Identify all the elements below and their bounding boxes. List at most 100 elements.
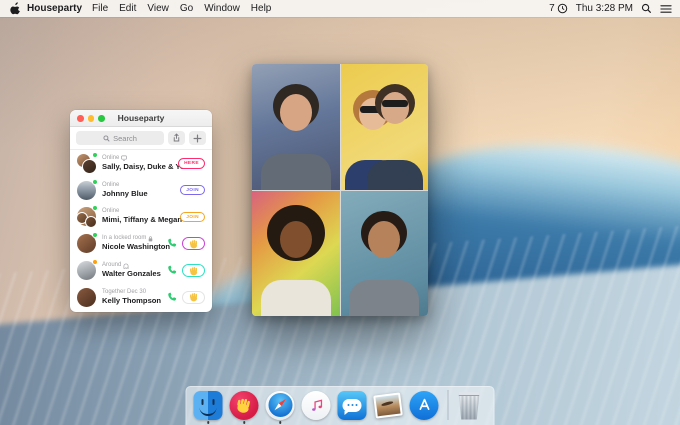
zoom-button[interactable] <box>98 115 105 122</box>
video-tile-man-airplane[interactable] <box>252 64 340 190</box>
search-placeholder: Search <box>113 134 137 143</box>
clock-icon <box>557 3 568 14</box>
dock-item-trash[interactable] <box>458 391 487 420</box>
screen-icon <box>121 155 127 161</box>
dock-item-finder[interactable] <box>194 391 223 420</box>
spotlight-search-icon[interactable] <box>641 3 652 14</box>
contact-status: Online <box>102 155 178 162</box>
active-app-menu[interactable]: Houseparty <box>27 3 82 14</box>
lock-icon <box>148 236 153 242</box>
call-button[interactable] <box>167 238 178 249</box>
finder-icon <box>194 391 223 420</box>
dock-item-itunes[interactable] <box>302 391 331 420</box>
desktop: Houseparty File Edit View Go Window Help… <box>0 0 680 425</box>
contact-row-nicole-washington[interactable]: In a locked room Nicole Washington <box>70 230 212 257</box>
wave-hand-icon <box>189 239 199 249</box>
itunes-icon <box>302 391 331 420</box>
contact-status: Online <box>102 182 148 189</box>
menu-go[interactable]: Go <box>180 3 193 14</box>
contact-row-walter-gonzales[interactable]: Around Walter Gonzales <box>70 257 212 284</box>
preview-icon <box>373 392 403 418</box>
contact-name: Mimi, Tiffany & Megan <box>102 215 180 225</box>
contact-status: Online <box>102 208 180 215</box>
close-button[interactable] <box>77 115 84 122</box>
avatar <box>77 261 96 280</box>
contact-name: Sally, Daisy, Duke & You <box>102 162 178 172</box>
presence-dot <box>92 179 98 185</box>
contact-name: Nicole Washington <box>102 242 167 252</box>
running-indicator <box>243 421 246 424</box>
join-button[interactable]: JOIN <box>180 212 205 223</box>
contact-row-sally-group[interactable]: Online Sally, Daisy, Duke & You HERE <box>70 150 212 177</box>
contact-name: Kelly Thompson <box>102 296 161 306</box>
menu-file[interactable]: File <box>92 3 108 14</box>
houseparty-window[interactable]: Houseparty Search Online <box>70 110 212 312</box>
video-tile-couple-sunglasses[interactable] <box>341 64 429 190</box>
phone-icon <box>167 265 178 276</box>
toolbar: Search <box>70 127 212 150</box>
avatar <box>77 234 96 253</box>
minimize-button[interactable] <box>88 115 95 122</box>
avatar <box>77 181 96 200</box>
music-note-icon <box>308 397 324 413</box>
contact-row-mimi-group[interactable]: Online Mimi, Tiffany & Megan JOIN <box>70 204 212 231</box>
wave-hand-icon <box>236 397 253 414</box>
call-button[interactable] <box>167 265 178 276</box>
menu-view[interactable]: View <box>147 3 169 14</box>
avatar <box>77 288 96 307</box>
contact-row-johnny-blue[interactable]: Online Johnny Blue JOIN <box>70 177 212 204</box>
houseparty-icon <box>230 391 259 420</box>
contact-status: Around <box>102 262 161 269</box>
presence-dot <box>92 152 98 158</box>
video-tile-laughing-woman[interactable] <box>252 191 340 317</box>
dock-item-safari[interactable] <box>266 391 295 420</box>
dock-item-app-store[interactable] <box>410 391 439 420</box>
wave-button[interactable] <box>182 264 205 277</box>
running-indicator <box>279 421 282 424</box>
messages-icon <box>338 391 367 420</box>
contact-row-kelly-thompson[interactable]: Together Dec 30 Kelly Thompson <box>70 284 212 311</box>
video-call-window[interactable] <box>252 64 428 316</box>
dock-divider <box>448 390 449 420</box>
contact-name: Johnny Blue <box>102 189 148 199</box>
search-icon <box>103 135 110 142</box>
houseparty-menu-extra[interactable]: 7 <box>549 3 568 14</box>
trash-icon <box>458 392 481 420</box>
notification-center-icon[interactable] <box>660 4 672 14</box>
safari-icon <box>266 391 295 420</box>
menu-help[interactable]: Help <box>251 3 272 14</box>
menu-bar: Houseparty File Edit View Go Window Help… <box>0 0 680 17</box>
wave-button[interactable] <box>182 291 205 304</box>
avatar <box>77 207 96 226</box>
wave-button[interactable] <box>182 237 205 250</box>
menu-edit[interactable]: Edit <box>119 3 136 14</box>
window-title-bar[interactable]: Houseparty <box>70 110 212 127</box>
here-button[interactable]: HERE <box>178 158 205 169</box>
contact-status: Together Dec 30 <box>102 289 161 296</box>
dock-item-houseparty[interactable] <box>230 391 259 420</box>
friends-online-count: 7 <box>549 3 555 14</box>
wave-hand-icon <box>189 292 199 302</box>
dock <box>186 386 495 425</box>
participant-silhouette <box>363 64 429 190</box>
menu-bar-clock[interactable]: Thu 3:28 PM <box>576 3 633 14</box>
contact-status: In a locked room <box>102 235 167 242</box>
add-friend-button[interactable] <box>189 131 206 145</box>
search-input[interactable]: Search <box>76 131 164 145</box>
avatar <box>77 154 96 173</box>
menu-window[interactable]: Window <box>204 3 240 14</box>
call-button[interactable] <box>167 292 178 303</box>
app-store-icon <box>410 391 439 420</box>
window-title: Houseparty <box>118 113 165 123</box>
video-tile-woman-gray-sweater[interactable] <box>341 191 429 317</box>
contact-name: Walter Gonzales <box>102 269 161 279</box>
apple-icon <box>10 2 21 15</box>
join-button[interactable]: JOIN <box>180 185 205 196</box>
apple-menu[interactable] <box>10 2 21 15</box>
phone-icon <box>167 292 178 303</box>
contact-list: Online Sally, Daisy, Duke & You HERE Onl… <box>70 150 212 311</box>
dock-item-preview[interactable] <box>374 391 403 420</box>
running-indicator <box>207 421 210 424</box>
share-button[interactable] <box>168 131 185 145</box>
dock-item-messages[interactable] <box>338 391 367 420</box>
